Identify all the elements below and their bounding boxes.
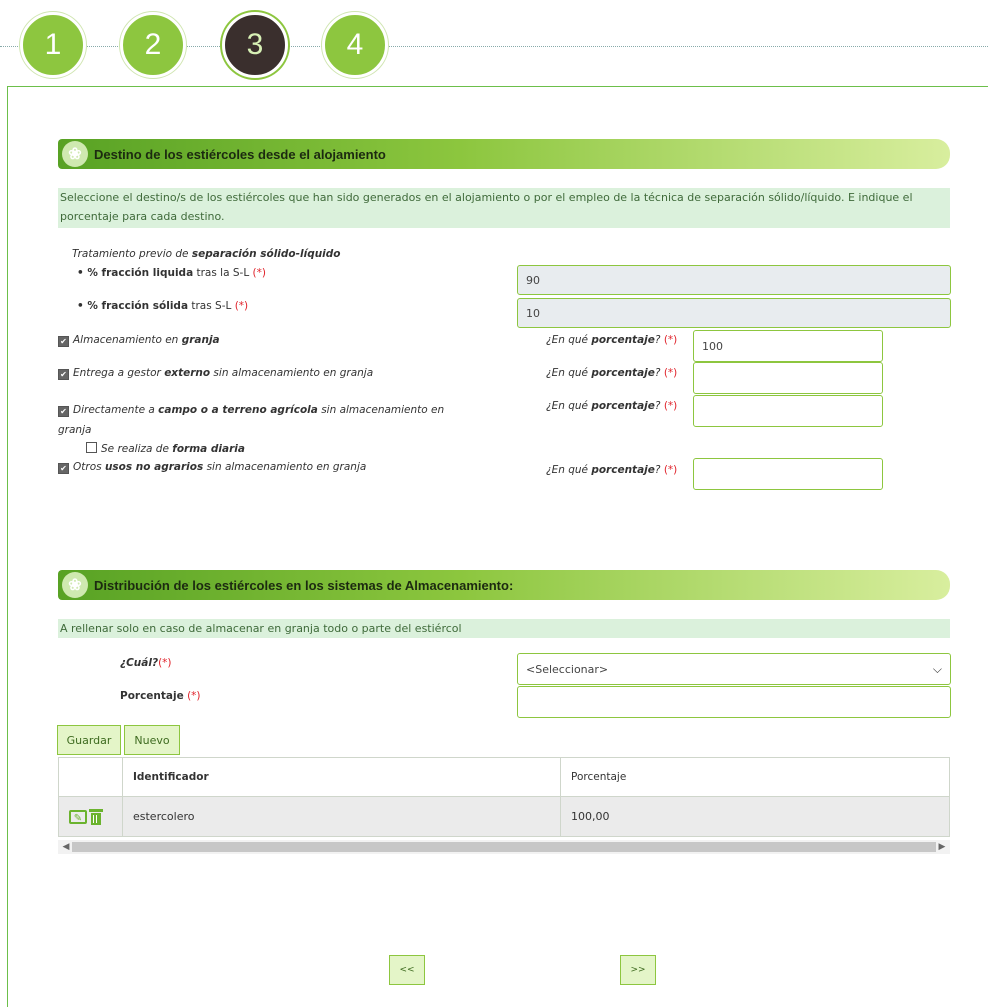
cual-label: ¿Cuál?(*) [120, 657, 172, 669]
nuevo-button[interactable]: Nuevo [124, 725, 180, 755]
opt-usos-no-agrarios[interactable]: ✔ Otros usos no agrarios sin almacenamien… [58, 461, 366, 474]
question-2: ¿En qué porcentaje? (*) [546, 367, 678, 379]
section-distribucion-header: ❀ Distribución de los estiércoles en los… [58, 570, 950, 600]
almacenamiento-select[interactable]: <Seleccionar> ⌵ [517, 653, 951, 685]
porcentaje-label: Porcentaje (*) [120, 690, 201, 702]
tratamiento-label: Tratamiento previo de separación sólido-… [72, 248, 341, 260]
section-distribucion-info: A rellenar solo en caso de almacenar en … [58, 619, 950, 638]
identificador-header: Identificador [122, 757, 561, 797]
step-4[interactable]: 4 [322, 12, 388, 78]
checkbox-almacenamiento[interactable]: ✔ [58, 336, 69, 347]
solida-input[interactable]: 10 [517, 298, 951, 328]
section-destino-info: Seleccione el destino/s de los estiércol… [58, 188, 950, 228]
horizontal-scrollbar[interactable]: ◀ ▶ [58, 840, 950, 854]
gestor-pct-input[interactable] [693, 362, 883, 394]
prev-button[interactable]: << [389, 955, 425, 985]
step-2[interactable]: 2 [120, 12, 186, 78]
section-distribucion-title: Distribución de los estiércoles en los s… [94, 577, 514, 593]
select-value: <Seleccionar> [526, 662, 609, 676]
table-header-row: Identificador Porcentaje [58, 757, 950, 797]
tree-icon: ❀ [62, 572, 88, 598]
section-destino-title: Destino de los estiércoles desde el aloj… [94, 146, 386, 162]
chevron-down-icon: ⌵ [932, 661, 942, 676]
scrollbar-thumb[interactable] [72, 842, 936, 852]
checkbox-campo[interactable]: ✔ [58, 406, 69, 417]
opt-gestor-externo[interactable]: ✔ Entrega a gestor externo sin almacenami… [58, 367, 373, 380]
row-porcentaje: 100,00 [560, 796, 950, 837]
scroll-right-icon[interactable]: ▶ [936, 840, 948, 854]
liquida-label: • % fracción liquida tras la S-L (*) [77, 267, 266, 279]
checkbox-gestor-externo[interactable]: ✔ [58, 369, 69, 380]
porcentaje-header: Porcentaje [560, 757, 950, 797]
question-3: ¿En qué porcentaje? (*) [546, 400, 678, 412]
checkbox-forma-diaria[interactable] [86, 442, 97, 453]
opt-almacenamiento[interactable]: ✔ Almacenamiento en granja [58, 334, 220, 347]
step-2-label: 2 [144, 28, 162, 61]
row-identificador: estercolero [122, 796, 561, 837]
question-1: ¿En qué porcentaje? (*) [546, 334, 678, 346]
table-row[interactable]: ✎ estercolero 100,00 [58, 796, 950, 837]
guardar-button[interactable]: Guardar [57, 725, 121, 755]
actions-header [58, 757, 123, 797]
liquida-input[interactable]: 90 [517, 265, 951, 295]
usos-pct-input[interactable] [693, 458, 883, 490]
trash-icon[interactable] [89, 808, 103, 825]
step-1-label: 1 [44, 28, 62, 61]
scroll-left-icon[interactable]: ◀ [60, 840, 72, 854]
step-3-label: 3 [246, 28, 264, 61]
tree-icon: ❀ [62, 141, 88, 167]
step-1[interactable]: 1 [20, 12, 86, 78]
next-button[interactable]: >> [620, 955, 656, 985]
campo-pct-input[interactable] [693, 395, 883, 427]
step-3[interactable]: 3 [222, 12, 288, 78]
almacenamiento-pct-input[interactable]: 100 [693, 330, 883, 362]
almacenamiento-table: Identificador Porcentaje ✎ estercolero 1… [58, 757, 950, 837]
porcentaje-input[interactable] [517, 686, 951, 718]
opt-campo[interactable]: ✔ Directamente a campo o a terreno agríco… [58, 400, 478, 440]
section-destino-header: ❀ Destino de los estiércoles desde el al… [58, 139, 950, 169]
edit-icon[interactable]: ✎ [69, 809, 87, 824]
solida-label: • % fracción sólida tras S-L (*) [77, 300, 249, 312]
checkbox-usos-no-agrarios[interactable]: ✔ [58, 463, 69, 474]
opt-forma-diaria[interactable]: Se realiza de forma diaria [86, 442, 245, 455]
step-4-label: 4 [346, 28, 364, 61]
row-actions: ✎ [58, 796, 123, 837]
question-4: ¿En qué porcentaje? (*) [546, 464, 678, 476]
